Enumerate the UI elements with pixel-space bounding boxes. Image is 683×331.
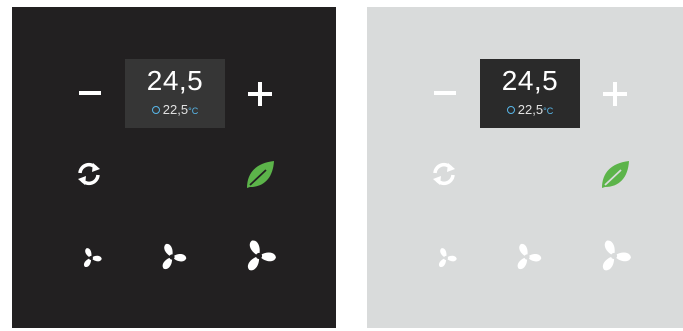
- current-temperature: 22,5°C: [480, 102, 580, 118]
- temperature-unit: °C: [188, 106, 199, 116]
- increase-temperature-button[interactable]: [245, 79, 275, 109]
- temperature-unit: °C: [543, 106, 554, 116]
- current-temperature-value: 22,5: [517, 102, 544, 117]
- fan-speed-3-icon: [602, 240, 631, 271]
- mode-cycle-button[interactable]: [74, 159, 104, 189]
- fan-speed-2-button[interactable]: [511, 241, 543, 273]
- mode-cycle-icon: [433, 162, 455, 186]
- temperature-display: 24,5 22,5°C: [480, 59, 580, 128]
- fan-speed-1-icon: [438, 248, 457, 268]
- eco-mode-button[interactable]: [597, 157, 633, 193]
- decrease-temperature-button[interactable]: [432, 84, 458, 102]
- dark-thermostat-panel: 24,5 22,5°C: [12, 7, 336, 328]
- fan-speed-2-button[interactable]: [156, 241, 188, 273]
- minus-icon: [79, 91, 101, 95]
- fan-speed-3-button[interactable]: [240, 237, 278, 275]
- fan-speed-1-button[interactable]: [79, 246, 103, 270]
- eco-leaf-icon: [247, 161, 274, 188]
- mode-cycle-button[interactable]: [429, 159, 459, 189]
- setpoint-temperature: 24,5: [501, 65, 559, 96]
- plus-icon: [248, 82, 272, 106]
- setpoint-temperature: 24,5: [146, 65, 204, 96]
- thermometer-icon: [506, 105, 515, 114]
- minus-icon: [434, 91, 456, 95]
- eco-mode-button[interactable]: [242, 157, 278, 193]
- fan-speed-3-icon: [247, 240, 276, 271]
- plus-icon: [603, 82, 627, 106]
- fan-speed-2-icon: [162, 243, 187, 270]
- fan-speed-2-icon: [517, 243, 542, 270]
- mode-cycle-icon: [78, 162, 100, 186]
- decrease-temperature-button[interactable]: [77, 84, 103, 102]
- thermometer-icon: [151, 105, 160, 114]
- fan-speed-1-icon: [83, 248, 102, 268]
- fan-speed-1-button[interactable]: [434, 246, 458, 270]
- current-temperature-value: 22,5: [162, 102, 189, 117]
- temperature-display: 24,5 22,5°C: [125, 59, 225, 128]
- current-temperature: 22,5°C: [125, 102, 225, 118]
- fan-speed-3-button[interactable]: [595, 237, 633, 275]
- eco-leaf-icon: [602, 161, 629, 188]
- light-thermostat-panel: 24,5 22,5°C: [367, 7, 683, 328]
- increase-temperature-button[interactable]: [600, 79, 630, 109]
